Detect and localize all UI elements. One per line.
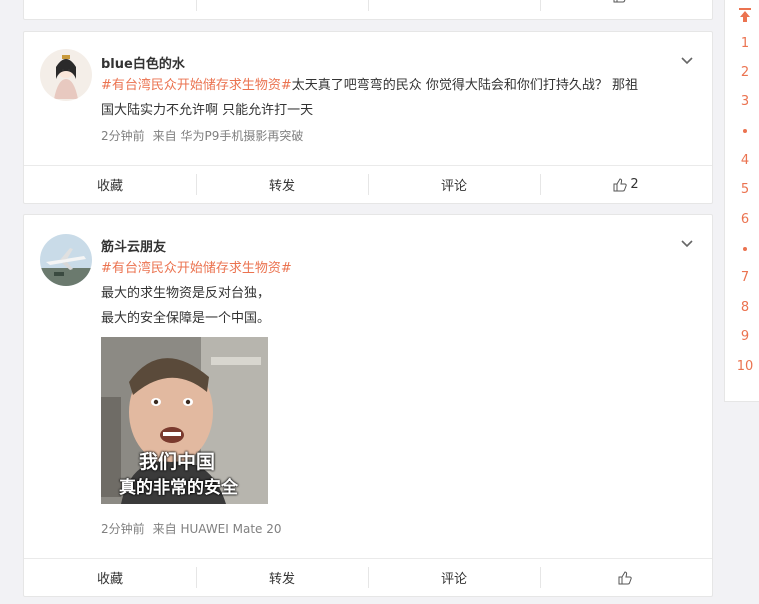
- like-button[interactable]: [540, 559, 712, 596]
- page-link-3[interactable]: 3: [725, 94, 759, 109]
- post-text-line2: 最大的安全保障是一个中国。: [101, 311, 271, 326]
- page-link-6[interactable]: 6: [725, 212, 759, 227]
- post-card: blue白色的水 #有台湾民众开始储存求生物资#太天真了吧弯弯的民众 你觉得大陆…: [23, 31, 713, 204]
- hashtag-link[interactable]: #有台湾民众开始储存求生物资#: [101, 78, 292, 93]
- post-text: #有台湾民众开始储存求生物资# 最大的求生物资是反对台独， 最大的安全保障是一个…: [101, 256, 681, 331]
- avatar-image: [40, 49, 92, 101]
- post-meta: 2分钟前 来自 HUAWEI Mate 20: [101, 520, 282, 537]
- post-action-bar: 收藏 转发 评论: [24, 558, 712, 596]
- thumbs-up-icon: [613, 0, 626, 3]
- post-text-line1: 太天真了吧弯弯的民众 你觉得大陆会和你们打持久战？ 那祖: [291, 78, 639, 93]
- comment-button[interactable]: 评论: [368, 0, 540, 19]
- post-action-bar: 收藏 转发 评论 2: [24, 165, 712, 203]
- like-count: 2: [630, 177, 639, 192]
- collect-label: 收藏: [96, 179, 123, 194]
- back-to-top-icon[interactable]: [739, 8, 751, 22]
- comment-label: 评论: [441, 0, 467, 1]
- chevron-down-icon[interactable]: [680, 237, 694, 251]
- collect-button[interactable]: 收藏: [24, 559, 196, 596]
- previous-post-action-bar: 收藏 转发 评论 2: [24, 0, 712, 19]
- avatar[interactable]: [40, 49, 92, 101]
- thumbs-up-icon: [613, 177, 628, 191]
- collect-label: 收藏: [97, 0, 123, 1]
- page-link-4[interactable]: 4: [725, 153, 759, 168]
- repost-button[interactable]: 转发: [196, 0, 368, 19]
- post-time[interactable]: 2分钟前: [101, 129, 145, 143]
- collect-button[interactable]: 收藏: [24, 0, 196, 19]
- post-username[interactable]: 筋斗云朋友: [101, 236, 166, 255]
- like-button[interactable]: 2: [540, 0, 712, 19]
- collect-button[interactable]: 收藏: [24, 166, 196, 203]
- image-caption-2: 真的非常的安全: [119, 478, 238, 498]
- repost-label: 转发: [268, 572, 295, 587]
- post-source[interactable]: 来自 华为P9手机摄影再突破: [153, 129, 304, 143]
- page-link-9[interactable]: 9: [725, 329, 759, 344]
- post-text-line2: 国大陆实力不允许啊 只能允许打一天: [101, 103, 314, 118]
- post-card: 筋斗云朋友 #有台湾民众开始储存求生物资# 最大的求生物资是反对台独， 最大的安…: [23, 214, 713, 597]
- repost-button[interactable]: 转发: [196, 559, 368, 596]
- post-time[interactable]: 2分钟前: [101, 522, 145, 536]
- chevron-down-icon[interactable]: [680, 54, 694, 68]
- post-username[interactable]: blue白色的水: [101, 53, 185, 72]
- repost-label: 转发: [268, 179, 295, 194]
- page-navigator: 1 2 3 4 5 6 7 8 9 10: [724, 0, 759, 402]
- post-image[interactable]: 我们中国 真的非常的安全: [101, 337, 268, 504]
- page-ellipsis-dot: [743, 247, 747, 251]
- avatar-image: [40, 234, 92, 286]
- comment-label: 评论: [440, 572, 467, 587]
- comment-button[interactable]: 评论: [368, 166, 540, 203]
- repost-button[interactable]: 转发: [196, 166, 368, 203]
- post-text: #有台湾民众开始储存求生物资#太天真了吧弯弯的民众 你觉得大陆会和你们打持久战？…: [101, 73, 681, 123]
- collect-label: 收藏: [96, 572, 123, 587]
- repost-label: 转发: [269, 0, 295, 1]
- page-link-10[interactable]: 10: [725, 359, 759, 374]
- page-link-1[interactable]: 1: [725, 36, 759, 51]
- post-source[interactable]: 来自 HUAWEI Mate 20: [153, 522, 282, 536]
- page-link-8[interactable]: 8: [725, 300, 759, 315]
- post-text-line1: 最大的求生物资是反对台独，: [101, 286, 271, 301]
- like-button[interactable]: 2: [540, 166, 712, 203]
- thumbs-up-icon: [618, 570, 632, 584]
- post-meta: 2分钟前 来自 华为P9手机摄影再突破: [101, 127, 303, 144]
- page-link-7[interactable]: 7: [725, 270, 759, 285]
- comment-button[interactable]: 评论: [368, 559, 540, 596]
- image-caption-1: 我们中国: [139, 451, 216, 473]
- comment-label: 评论: [440, 179, 467, 194]
- page-link-2[interactable]: 2: [725, 65, 759, 80]
- page-link-5[interactable]: 5: [725, 182, 759, 197]
- hashtag-link[interactable]: #有台湾民众开始储存求生物资#: [101, 261, 292, 276]
- like-count: 2: [630, 0, 638, 1]
- page-ellipsis-dot: [743, 129, 747, 133]
- previous-post-card: 收藏 转发 评论 2: [23, 0, 713, 20]
- avatar[interactable]: [40, 234, 92, 286]
